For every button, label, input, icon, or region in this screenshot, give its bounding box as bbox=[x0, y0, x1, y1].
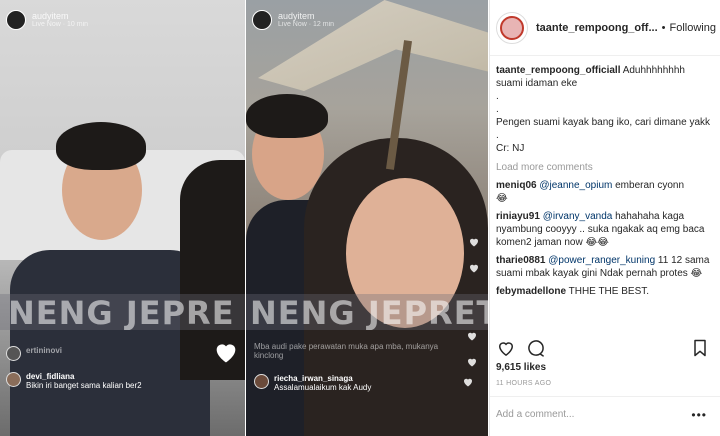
heart-icon bbox=[470, 238, 478, 247]
profile-avatar-image bbox=[500, 15, 524, 40]
commenter-name: devi_fidliana bbox=[26, 372, 75, 381]
live-status: Live Now · 12 min bbox=[278, 21, 335, 28]
comment-text: Mba audi pake perawatan muka apa mba, mu… bbox=[254, 342, 439, 360]
live-comment: devi_fidliana Bikin iri banget sama kali… bbox=[6, 372, 206, 390]
laughing-emoji: 😂😂 bbox=[585, 237, 609, 248]
comment-text: emberan cyonn bbox=[612, 180, 685, 191]
heart-icon[interactable] bbox=[496, 338, 516, 358]
watermark-text: NENG JEPRET bbox=[250, 296, 488, 330]
caption-line: . bbox=[496, 104, 499, 115]
heart-icon bbox=[464, 378, 472, 387]
comment-username[interactable]: meniq06 bbox=[496, 180, 537, 191]
heart-icon bbox=[468, 332, 476, 341]
separator-dot: • bbox=[661, 21, 666, 34]
comment-text: THHE THE BEST. bbox=[566, 286, 650, 297]
caption-username[interactable]: taante_rempoong_officiall bbox=[496, 65, 620, 76]
comment-text: Assalamualaikum kak Audy bbox=[274, 383, 372, 392]
comment-mention[interactable]: @irvany_vanda bbox=[543, 211, 613, 222]
comment-username[interactable]: febymadellone bbox=[496, 286, 566, 297]
caption-line: . bbox=[496, 91, 499, 102]
comment-icon[interactable] bbox=[526, 338, 546, 358]
heart-icon[interactable] bbox=[212, 338, 240, 366]
comment-text: Bikin iri banget sama kalian ber2 bbox=[26, 381, 142, 390]
comment-item: riniayu91 @irvany_vanda hahahaha kaga ny… bbox=[496, 210, 714, 249]
comment-item: tharie0881 @power_ranger_kuning 11 12 sa… bbox=[496, 254, 714, 280]
host-avatar[interactable] bbox=[6, 10, 26, 30]
post-actions bbox=[496, 338, 714, 358]
live-status: Live Now · 10 min bbox=[32, 21, 89, 28]
commenter-avatar bbox=[6, 372, 21, 387]
post-header: taante_rempoong_off... • Following bbox=[490, 0, 720, 56]
heart-icon bbox=[470, 264, 478, 273]
following-button[interactable]: Following bbox=[669, 22, 715, 34]
add-comment-bar: ••• bbox=[490, 396, 720, 436]
commenter-avatar bbox=[254, 374, 269, 389]
comment-item: meniq06 @jeanne_opium emberan cyonn 😂 bbox=[496, 179, 714, 205]
live-comment: ertininovi bbox=[6, 346, 62, 361]
live-video-left: audyitem Live Now · 10 min ertininovi de… bbox=[0, 0, 245, 436]
laughing-emoji: 😂 bbox=[496, 193, 508, 204]
post-caption: taante_rempoong_officiall Aduhhhhhhhh su… bbox=[496, 64, 714, 155]
comment-mention[interactable]: @power_ranger_kuning bbox=[548, 255, 655, 266]
post-timestamp: 11 HOURS AGO bbox=[496, 380, 552, 387]
laughing-emoji: 😂 bbox=[690, 268, 703, 279]
host-avatar[interactable] bbox=[252, 10, 272, 30]
profile-avatar[interactable] bbox=[496, 11, 528, 44]
heart-icon bbox=[468, 358, 476, 367]
caption-line: . bbox=[496, 130, 499, 141]
host-name[interactable]: audyitem bbox=[278, 11, 334, 21]
person-hair bbox=[56, 122, 146, 170]
commenter-name: ertininovi bbox=[26, 346, 63, 355]
comment-item: febymadellone THHE THE BEST. bbox=[496, 285, 714, 298]
live-header-middle: audyitem Live Now · 12 min bbox=[252, 10, 334, 30]
more-icon[interactable]: ••• bbox=[691, 408, 707, 422]
post-username[interactable]: taante_rempoong_off... bbox=[536, 22, 658, 34]
commenter-name: riecha_irwan_sinaga bbox=[274, 374, 353, 383]
watermark-text: NENG JEPRE bbox=[8, 296, 235, 330]
live-comment: Mba audi pake perawatan muka apa mba, mu… bbox=[254, 342, 444, 360]
live-comment: riecha_irwan_sinaga Assalamualaikum kak … bbox=[254, 374, 454, 392]
host-name[interactable]: audyitem bbox=[32, 11, 88, 21]
likes-count[interactable]: 9,615 likes bbox=[496, 362, 546, 373]
comment-username[interactable]: riniayu91 bbox=[496, 211, 540, 222]
add-comment-input[interactable] bbox=[496, 409, 676, 420]
load-more-comments-link[interactable]: Load more comments bbox=[496, 161, 714, 174]
person-hair bbox=[246, 94, 328, 138]
bookmark-icon[interactable] bbox=[690, 338, 710, 358]
post-panel: taante_rempoong_off... • Following taant… bbox=[489, 0, 720, 436]
caption-line: Pengen suami kayak bang iko, cari dimane… bbox=[496, 117, 711, 128]
caption-line: Cr: NJ bbox=[496, 143, 525, 154]
live-header-left: audyitem Live Now · 10 min bbox=[6, 10, 88, 30]
commenter-avatar bbox=[6, 346, 21, 361]
comments-feed: taante_rempoong_officiall Aduhhhhhhhh su… bbox=[496, 64, 714, 298]
comment-mention[interactable]: @jeanne_opium bbox=[539, 180, 612, 191]
comment-username[interactable]: tharie0881 bbox=[496, 255, 545, 266]
